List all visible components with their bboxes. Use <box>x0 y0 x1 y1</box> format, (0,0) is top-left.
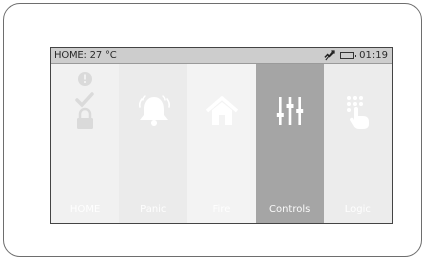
touch-screen: HOME: 27 °C 01:19 HOME Panic Fire Contro… <box>50 47 393 224</box>
tile-home[interactable]: HOME <box>51 64 120 223</box>
sliders-icon <box>276 97 303 125</box>
tile-logic[interactable]: Logic <box>323 64 392 223</box>
signal-off-icon <box>324 50 335 61</box>
clock: 01:19 <box>359 50 388 61</box>
status-bar: HOME: 27 °C 01:19 <box>51 48 392 64</box>
tile-controls[interactable]: Controls <box>255 64 324 223</box>
tile-menu: HOME Panic Fire Controls Logic <box>51 64 392 223</box>
tile-label-home: HOME <box>69 204 101 215</box>
tile-label-fire: Fire <box>212 204 231 215</box>
tile-fire[interactable]: Fire <box>187 64 256 223</box>
tile-label-panic: Panic <box>140 204 167 215</box>
tile-label-logic: Logic <box>344 204 371 215</box>
touch-grid-icon <box>346 96 369 129</box>
home-temperature: HOME: 27 °C <box>54 50 117 61</box>
tile-label-controls: Controls <box>268 204 311 215</box>
house-icon <box>206 96 239 125</box>
status-stack-icon <box>75 72 94 129</box>
device-frame: HOME: 27 °C 01:19 HOME Panic Fire Contro… <box>3 3 422 257</box>
bell-alarm-icon <box>139 95 171 126</box>
tile-panic[interactable]: Panic <box>119 64 188 223</box>
battery-icon <box>340 52 357 59</box>
